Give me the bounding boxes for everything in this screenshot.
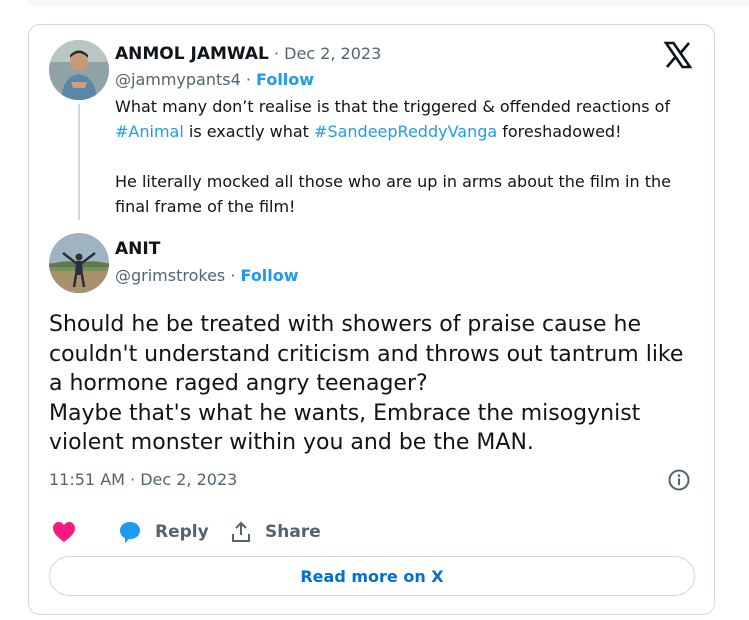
quoted-date[interactable]: Dec 2, 2023: [284, 44, 381, 63]
thread-connector-line: [78, 104, 80, 220]
heart-icon: [53, 522, 75, 542]
tweet-follow-button[interactable]: Follow: [241, 266, 299, 285]
quoted-follow-button[interactable]: Follow: [256, 70, 314, 89]
tweet-text-paragraph: Should he be treated with showers of pra…: [49, 312, 684, 396]
reply-button[interactable]: Reply: [118, 519, 209, 545]
quoted-text-paragraph: He literally mocked all those who are up…: [115, 172, 671, 216]
hashtag-link[interactable]: #SandeepReddyVanga: [314, 122, 497, 141]
quoted-text-segment: is exactly what: [183, 122, 315, 141]
info-icon[interactable]: [668, 469, 690, 491]
hashtag-link[interactable]: #Animal: [115, 122, 184, 141]
tweet-timestamp[interactable]: 11:51 AM · Dec 2, 2023: [49, 470, 237, 489]
read-more-button[interactable]: Read more on X: [49, 556, 695, 596]
tweet-handle[interactable]: @grimstrokes: [115, 266, 225, 285]
follow-separator: ·: [240, 70, 257, 89]
avatar-image: [49, 233, 109, 293]
quoted-author-row: ANMOL JAMWAL · Dec 2, 2023: [115, 44, 381, 64]
follow-separator: ·: [225, 266, 241, 285]
quoted-text-segment: foreshadowed!: [497, 122, 622, 141]
avatar[interactable]: [49, 40, 109, 100]
quoted-handle-row: @jammypants4 · Follow: [115, 70, 314, 89]
tweet-text-paragraph: Maybe that's what he wants, Embrace the …: [49, 400, 641, 456]
page-top-strip: [28, 0, 749, 6]
reply-label: Reply: [155, 522, 209, 542]
reply-bubble-icon: [120, 522, 140, 543]
tweet-text: Should he be treated with showers of pra…: [49, 310, 689, 458]
tweet-handle-row: @grimstrokes · Follow: [115, 266, 299, 285]
quoted-text-segment: What many don’t realise is that the trig…: [115, 97, 671, 116]
avatar[interactable]: [49, 233, 109, 293]
share-label: Share: [265, 522, 321, 542]
like-button[interactable]: [52, 519, 76, 545]
x-logo-icon[interactable]: [663, 40, 693, 70]
avatar-image: [49, 40, 109, 100]
quoted-tweet-text: What many don’t realise is that the trig…: [115, 94, 705, 219]
date-separator: ·: [268, 44, 285, 63]
quoted-handle[interactable]: @jammypants4: [115, 70, 241, 89]
tweet-author-name[interactable]: ANIT: [115, 239, 160, 259]
share-icon: [232, 521, 250, 542]
share-button[interactable]: Share: [230, 519, 321, 545]
quoted-author-name[interactable]: ANMOL JAMWAL: [115, 44, 269, 64]
